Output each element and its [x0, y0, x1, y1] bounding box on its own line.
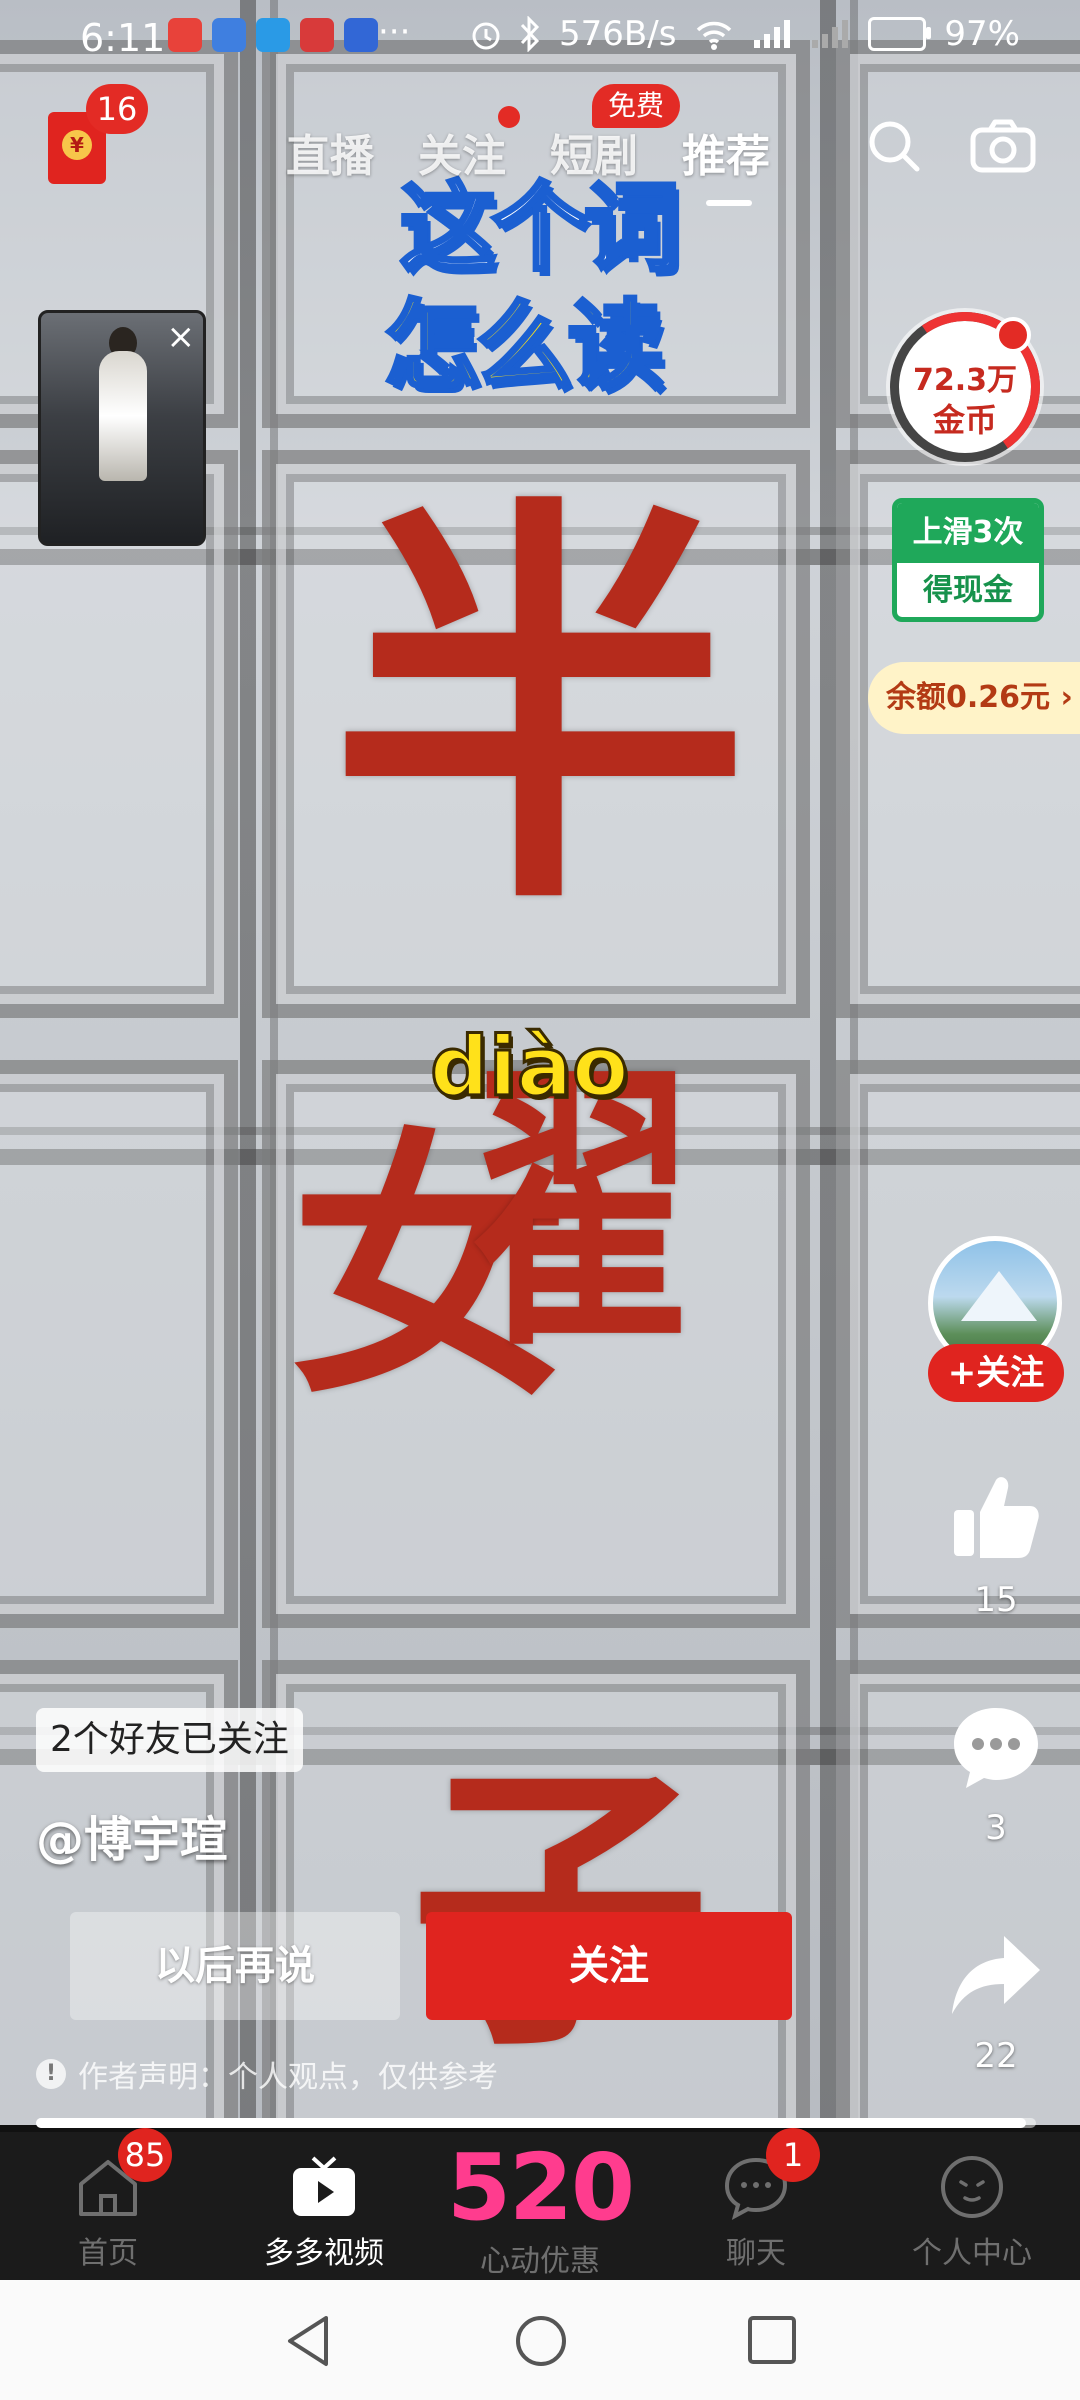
author-name[interactable]: @博宇瑄: [36, 1800, 228, 1870]
thumbs-up-icon: [954, 1477, 1039, 1558]
back-icon[interactable]: [282, 2314, 334, 2368]
video-progress-bar[interactable]: [36, 2118, 1036, 2128]
camera-icon[interactable]: [970, 118, 1036, 174]
top-tabs: 直播 关注 短剧 推荐: [286, 106, 770, 206]
wifi-icon: [697, 21, 732, 50]
tab-recommended[interactable]: 推荐: [682, 120, 770, 206]
battery-level: 97%: [944, 14, 1020, 54]
book-notification-icon: [300, 18, 334, 52]
free-badge: 免费: [592, 84, 681, 128]
deals-520-text: 520: [446, 2134, 635, 2241]
calligraphy-char-1: 半: [330, 463, 750, 956]
nav-video-label: 多多视频: [264, 2236, 384, 2271]
info-icon: !: [36, 2059, 66, 2089]
nav-video[interactable]: 多多视频: [216, 2132, 432, 2280]
tab-live[interactable]: 直播: [286, 120, 374, 184]
pinyin-caption: diào: [428, 1019, 629, 1117]
avatar-mountain: [961, 1271, 1037, 1321]
shield-notification-icon: [212, 18, 246, 52]
signal-icon: [754, 20, 791, 48]
swipe-task-card[interactable]: 上滑3次 得现金: [892, 498, 1044, 622]
like-count: 15: [974, 1580, 1018, 1620]
red-packet-badge: 16: [86, 84, 148, 134]
video-icon: [293, 2156, 355, 2216]
later-button[interactable]: 以后再说: [70, 1912, 400, 2020]
profile-icon: [941, 2156, 1003, 2218]
author-statement: ! 作者声明：个人观点，仅供参考: [36, 2052, 498, 2096]
mini-player-figure: [99, 351, 147, 481]
coin-widget[interactable]: 72.3万 金币: [878, 300, 1052, 474]
more-notifications-icon: ···: [378, 12, 411, 52]
close-icon[interactable]: ×: [167, 317, 196, 357]
tab-following-label: 关注: [418, 131, 506, 182]
network-speed: 576B/s: [559, 14, 677, 54]
battery-icon: [868, 17, 932, 51]
nav-profile[interactable]: 个人中心: [864, 2132, 1080, 2280]
nav-chat-label: 聊天: [726, 2236, 786, 2271]
tab-following[interactable]: 关注: [418, 106, 520, 184]
nav-deals-label: 心动优惠: [480, 2244, 600, 2279]
title-line-2: 怎么读: [382, 288, 666, 404]
nav-home[interactable]: 85 首页: [0, 2128, 216, 2280]
like-button[interactable]: 15: [940, 1470, 1052, 1620]
coin-dot: [995, 317, 1031, 353]
balance-pill[interactable]: 余额0.26元 ›: [868, 662, 1080, 734]
comment-count: 3: [985, 1808, 1007, 1848]
notification-icons: [168, 18, 378, 52]
share-button[interactable]: 22: [940, 1930, 1052, 2076]
bluetooth-icon: [520, 16, 540, 52]
friends-followed-tag: 2个好友已关注: [36, 1708, 303, 1772]
grid-cell: [0, 1060, 238, 1628]
search-icon[interactable]: [866, 118, 922, 174]
status-time: 6:11: [80, 16, 166, 60]
status-right: 576B/s 97%: [471, 14, 1020, 54]
share-count: 22: [974, 2036, 1018, 2076]
nav-chat[interactable]: 1 聊天: [648, 2128, 864, 2280]
baidu-notification-icon: [344, 18, 378, 52]
app-notification-icon: [168, 18, 202, 52]
yen-icon: ¥: [62, 130, 92, 160]
status-bar: 6:11 ··· 576B/s 97%: [0, 0, 1080, 72]
system-nav-bar: [0, 2280, 1080, 2400]
weather-notification-icon: [256, 18, 290, 52]
nav-deals[interactable]: 520 心动优惠: [432, 2132, 648, 2280]
alarm-icon: [472, 22, 500, 50]
home-circle-icon[interactable]: [514, 2314, 568, 2368]
progress-fill: [36, 2118, 1026, 2128]
tab-short-drama[interactable]: 短剧: [550, 120, 638, 184]
coin-unit: 金币: [932, 401, 997, 439]
share-icon: [952, 1936, 1040, 2014]
new-dot: [498, 106, 520, 128]
swipe-task-line2: 得现金: [923, 573, 1013, 608]
statement-text: 作者声明：个人观点，仅供参考: [78, 2060, 498, 2095]
home-badge: 85: [118, 2128, 172, 2182]
comment-icon: [954, 1708, 1038, 1788]
follow-pill-button[interactable]: +关注: [928, 1344, 1064, 1402]
mini-player[interactable]: ×: [38, 310, 206, 546]
recents-icon[interactable]: [746, 2314, 798, 2366]
coin-value: 72.3万: [912, 363, 1018, 398]
signal-2-icon: [812, 20, 849, 48]
video-title-art: 这个词 怎么读: [380, 150, 710, 410]
swipe-task-line1: 上滑3次: [897, 503, 1039, 563]
chat-badge: 1: [766, 2128, 820, 2182]
balance-text: 余额0.26元: [886, 680, 1051, 715]
bottom-nav: 85 首页 多多视频 520 心动优惠 1 聊天 个人中心: [0, 2128, 1080, 2280]
comment-button[interactable]: 3: [940, 1702, 1052, 1848]
nav-profile-label: 个人中心: [912, 2236, 1032, 2271]
nav-home-label: 首页: [78, 2236, 138, 2271]
follow-button[interactable]: 关注: [426, 1912, 792, 2020]
chevron-right-icon: ›: [1060, 680, 1073, 715]
